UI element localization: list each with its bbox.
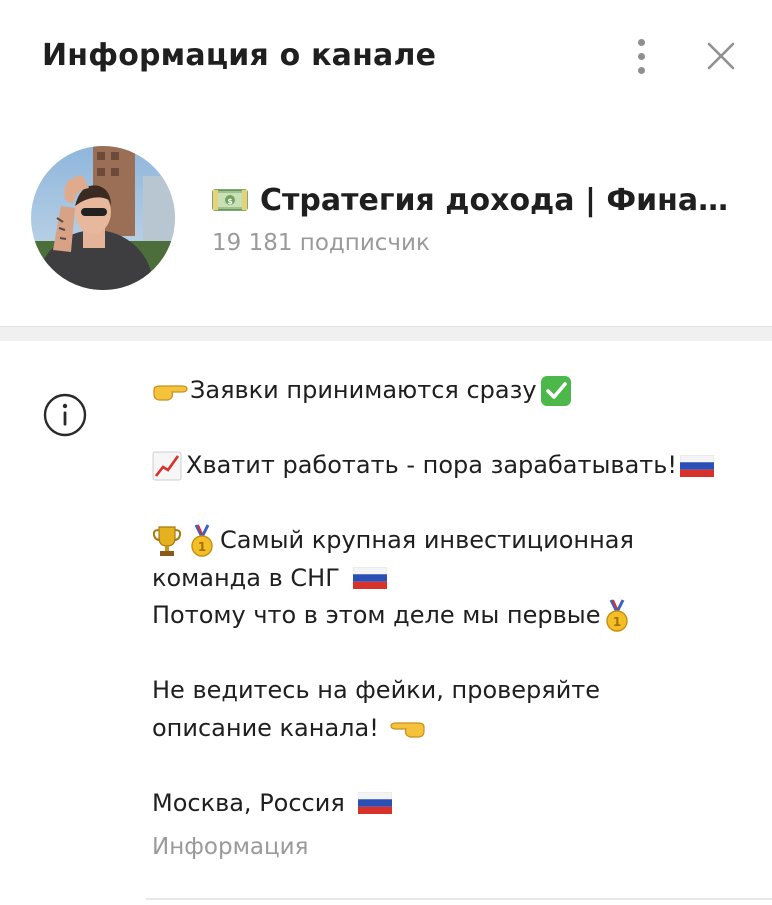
description-text: Не ведитесь на фейки, проверяйте bbox=[152, 676, 601, 704]
dialog-header: Информация о канале bbox=[0, 0, 772, 110]
more-vertical-icon bbox=[637, 38, 645, 46]
description-line: команда в СНГ bbox=[152, 560, 742, 598]
description-gap bbox=[152, 635, 742, 673]
description-text: описание канала! bbox=[152, 713, 379, 742]
svg-text:1: 1 bbox=[613, 615, 621, 629]
russia-flag-icon bbox=[352, 567, 387, 590]
avatar-image bbox=[31, 146, 175, 290]
svg-text:1: 1 bbox=[198, 540, 206, 554]
close-icon bbox=[707, 42, 735, 70]
close-button[interactable] bbox=[701, 36, 741, 76]
svg-text:$: $ bbox=[227, 197, 233, 206]
channel-name: $ Стратегия дохода | Финанс... bbox=[212, 180, 742, 220]
gold-medal-icon: 1 bbox=[605, 599, 629, 633]
gold-medal-icon: 1 bbox=[190, 524, 214, 558]
description-line: Заявки принимаются сразу bbox=[152, 372, 742, 410]
channel-name-text: Стратегия дохода | Финанс... bbox=[260, 182, 742, 218]
trophy-icon bbox=[152, 524, 182, 558]
section-divider bbox=[0, 326, 772, 341]
description-text: Заявки принимаются сразу bbox=[190, 376, 537, 404]
info-icon bbox=[42, 392, 88, 438]
description-text: Самый крупная инвестиционная bbox=[220, 526, 634, 554]
description-line: Потому что в этом деле мы первые 1 bbox=[152, 597, 742, 635]
channel-description: Заявки принимаются сразу Хватит работать… bbox=[152, 372, 742, 822]
description-text: Потому что в этом деле мы первые bbox=[152, 601, 601, 629]
more-vertical-icon-dot bbox=[637, 52, 645, 60]
check-mark-button-icon bbox=[540, 375, 572, 407]
description-line: 1 Самый крупная инвестиционная bbox=[152, 522, 742, 560]
description-text: Хватит работать - пора зарабатывать! bbox=[186, 451, 678, 479]
description-line: Хватит работать - пора зарабатывать! bbox=[152, 447, 742, 485]
dialog-title: Информация о канале bbox=[42, 38, 437, 73]
more-options-button[interactable] bbox=[626, 36, 656, 76]
russia-flag-icon bbox=[680, 454, 715, 477]
pointing-right-hand-icon bbox=[152, 378, 190, 404]
money-banknote-icon: $ bbox=[212, 187, 248, 213]
description-gap bbox=[152, 410, 742, 448]
description-text: команда в СНГ bbox=[152, 563, 340, 592]
pointing-left-hand-icon bbox=[388, 715, 426, 741]
info-label: Информация bbox=[152, 834, 309, 860]
channel-profile: $ Стратегия дохода | Финанс... 19 181 по… bbox=[0, 110, 772, 326]
description-line: Не ведитесь на фейки, проверяйте bbox=[152, 672, 742, 710]
bottom-divider bbox=[146, 898, 772, 900]
more-vertical-icon-dot bbox=[637, 66, 645, 74]
avatar[interactable] bbox=[31, 146, 175, 290]
subscriber-count: 19 181 подписчик bbox=[212, 230, 430, 256]
description-line: описание канала! bbox=[152, 710, 742, 748]
description-gap bbox=[152, 485, 742, 523]
chart-increasing-icon bbox=[152, 451, 182, 481]
description-line: Москва, Россия bbox=[152, 785, 742, 823]
description-text: Москва, Россия bbox=[152, 788, 345, 817]
description-gap bbox=[152, 747, 742, 785]
russia-flag-icon bbox=[357, 792, 392, 815]
